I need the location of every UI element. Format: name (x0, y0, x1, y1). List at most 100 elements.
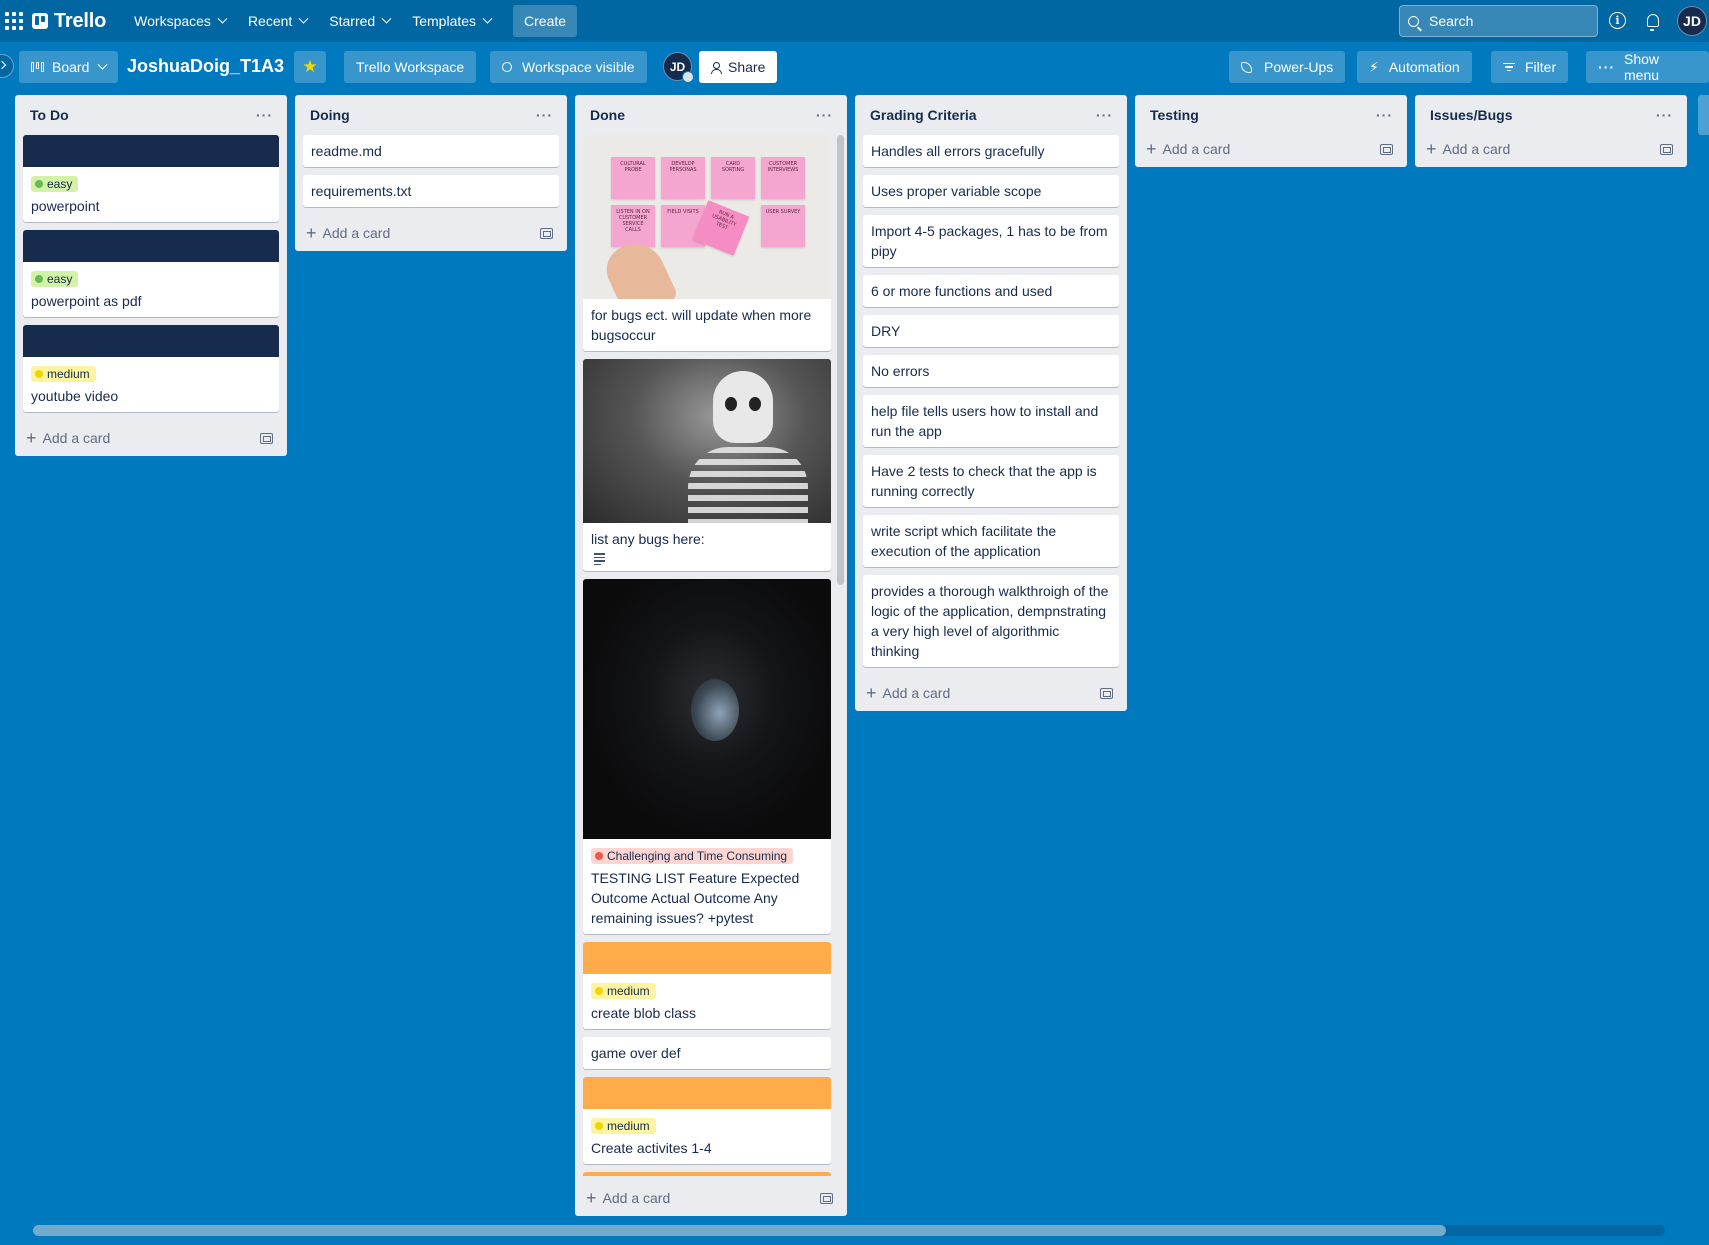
search-input[interactable]: Search (1399, 5, 1598, 37)
card-bugs-update[interactable]: CULTURAL PROBE DEVELOP PERSONAS CARD SOR… (583, 135, 831, 351)
account-avatar[interactable]: JD (1677, 6, 1707, 36)
label-text: easy (47, 272, 73, 286)
list-title[interactable]: Issues/Bugs (1430, 107, 1512, 123)
label-dot-icon (595, 1122, 603, 1130)
card-powerpoint[interactable]: easy powerpoint (23, 135, 279, 222)
list-actions-icon[interactable]: ··· (256, 107, 273, 123)
sticky-note: LISTEN IN ON CUSTOMER SERVICE CALLS (611, 205, 655, 247)
card-criteria[interactable]: 6 or more functions and used (863, 275, 1119, 307)
list-title[interactable]: To Do (30, 107, 69, 123)
templates-menu[interactable]: Templates (402, 5, 501, 37)
board-view-switcher[interactable]: Board (19, 51, 119, 83)
card-requirements[interactable]: requirements.txt (303, 175, 559, 207)
list-actions-icon[interactable]: ··· (1656, 107, 1673, 123)
admin-badge-icon (682, 71, 694, 83)
power-ups-button[interactable]: Power-Ups (1229, 51, 1346, 83)
card-list-bugs[interactable]: list any bugs here: (583, 359, 831, 571)
app-switcher-icon[interactable] (2, 9, 26, 33)
card-cover (23, 325, 279, 357)
trello-logo[interactable]: Trello (32, 10, 106, 33)
add-card-button[interactable]: + Add a card (1146, 140, 1231, 158)
chevron-down-icon (298, 13, 309, 24)
board-horizontal-scrollbar-thumb[interactable] (33, 1225, 1446, 1236)
card-criteria[interactable]: Have 2 tests to check that the app is ru… (863, 455, 1119, 507)
share-label: Share (728, 59, 766, 75)
label-dot-icon (595, 987, 603, 995)
list-title[interactable]: Done (590, 107, 625, 123)
create-button[interactable]: Create (513, 5, 578, 37)
notifications-bell-icon[interactable] (1643, 10, 1663, 31)
done-cards-scroll-area[interactable]: CULTURAL PROBE DEVELOP PERSONAS CARD SOR… (575, 135, 847, 1176)
recent-menu-label: Recent (247, 13, 293, 29)
label-text: Challenging and Time Consuming (607, 849, 788, 863)
filter-button[interactable]: Filter (1491, 51, 1569, 83)
create-from-template-icon[interactable] (1660, 143, 1673, 155)
card-title: DRY (871, 323, 901, 339)
add-card-button[interactable]: + Add a card (866, 684, 950, 702)
card-title: for bugs ect. will update when more bugs… (591, 307, 812, 343)
sidebar-expand-toggle[interactable] (0, 54, 14, 78)
visibility-button[interactable]: Workspace visible (490, 51, 647, 83)
add-card-button[interactable]: + Add a card (26, 429, 110, 447)
list-grading-criteria: Grading Criteria ··· Handles all errors … (855, 95, 1127, 711)
card-readme[interactable]: readme.md (303, 135, 559, 167)
recent-menu[interactable]: Recent (238, 5, 317, 37)
card-powerpoint-as-pdf[interactable]: easy powerpoint as pdf (23, 230, 279, 317)
info-icon[interactable]: i (1609, 12, 1626, 29)
add-card-button[interactable]: + Add a card (1426, 140, 1510, 158)
list-title[interactable]: Grading Criteria (870, 107, 977, 123)
list-title[interactable]: Testing (1150, 107, 1199, 123)
card-create-blob-class[interactable]: medium create blob class (583, 942, 831, 1029)
chevron-down-icon (217, 13, 228, 24)
create-from-template-icon[interactable] (540, 227, 553, 239)
card-criteria[interactable]: help file tells users how to install and… (863, 395, 1119, 447)
card-cover (23, 135, 279, 167)
create-from-template-icon[interactable] (1380, 143, 1393, 155)
list-actions-icon[interactable]: ··· (1376, 107, 1393, 123)
star-board-icon[interactable]: ★ (294, 51, 326, 83)
starred-menu[interactable]: Starred (319, 5, 400, 37)
list-actions-icon[interactable]: ··· (816, 107, 833, 123)
create-from-template-icon[interactable] (820, 1192, 833, 1204)
card-partial[interactable] (583, 1172, 831, 1176)
more-dots-icon: ··· (1598, 59, 1615, 75)
board-view-label: Board (52, 59, 90, 75)
card-title: write script which facilitate the execut… (871, 523, 1057, 559)
card-criteria[interactable]: Handles all errors gracefully (863, 135, 1119, 167)
list-title[interactable]: Doing (310, 107, 350, 123)
add-card-button[interactable]: + Add a card (586, 1189, 671, 1207)
card-criteria[interactable]: write script which facilitate the execut… (863, 515, 1119, 567)
add-card-label: Add a card (1162, 141, 1231, 157)
add-another-list-peek[interactable] (1698, 95, 1709, 135)
workspaces-menu[interactable]: Workspaces (124, 5, 236, 37)
show-menu-button[interactable]: ··· Show menu (1586, 51, 1709, 83)
add-card-label: Add a card (602, 1190, 671, 1206)
visibility-label: Workspace visible (522, 59, 635, 75)
create-from-template-icon[interactable] (1100, 687, 1113, 699)
card-youtube-video[interactable]: medium youtube video (23, 325, 279, 412)
trello-logo-text: Trello (54, 9, 107, 32)
card-criteria[interactable]: Uses proper variable scope (863, 175, 1119, 207)
skull-shape (713, 371, 773, 443)
list-testing: Testing ··· + Add a card (1135, 95, 1407, 167)
card-criteria[interactable]: Import 4-5 packages, 1 has to be from pi… (863, 215, 1119, 267)
automation-button[interactable]: ⚡ Automation (1357, 51, 1472, 83)
card-game-over-def[interactable]: game over def (583, 1037, 831, 1069)
card-testing-list[interactable]: Challenging and Time Consuming TESTING L… (583, 579, 831, 934)
list-actions-icon[interactable]: ··· (536, 107, 553, 123)
create-from-template-icon[interactable] (260, 432, 273, 444)
add-card-row: + Add a card (295, 215, 567, 251)
list-header: Grading Criteria ··· (855, 95, 1127, 135)
card-criteria[interactable]: provides a thorough walkthroigh of the l… (863, 575, 1119, 667)
workspace-button[interactable]: Trello Workspace (344, 51, 477, 83)
add-card-button[interactable]: + Add a card (306, 224, 390, 242)
share-person-icon (711, 61, 722, 74)
card-criteria[interactable]: No errors (863, 355, 1119, 387)
card-title: No errors (871, 363, 930, 379)
card-create-activities[interactable]: medium Create activites 1-4 (583, 1077, 831, 1164)
list-actions-icon[interactable]: ··· (1096, 107, 1113, 123)
card-criteria[interactable]: DRY (863, 315, 1119, 347)
share-button[interactable]: Share (699, 51, 778, 83)
board-title[interactable]: JoshuaDoig_T1A3 (127, 56, 284, 77)
board-member-avatar[interactable]: JD (663, 52, 694, 83)
